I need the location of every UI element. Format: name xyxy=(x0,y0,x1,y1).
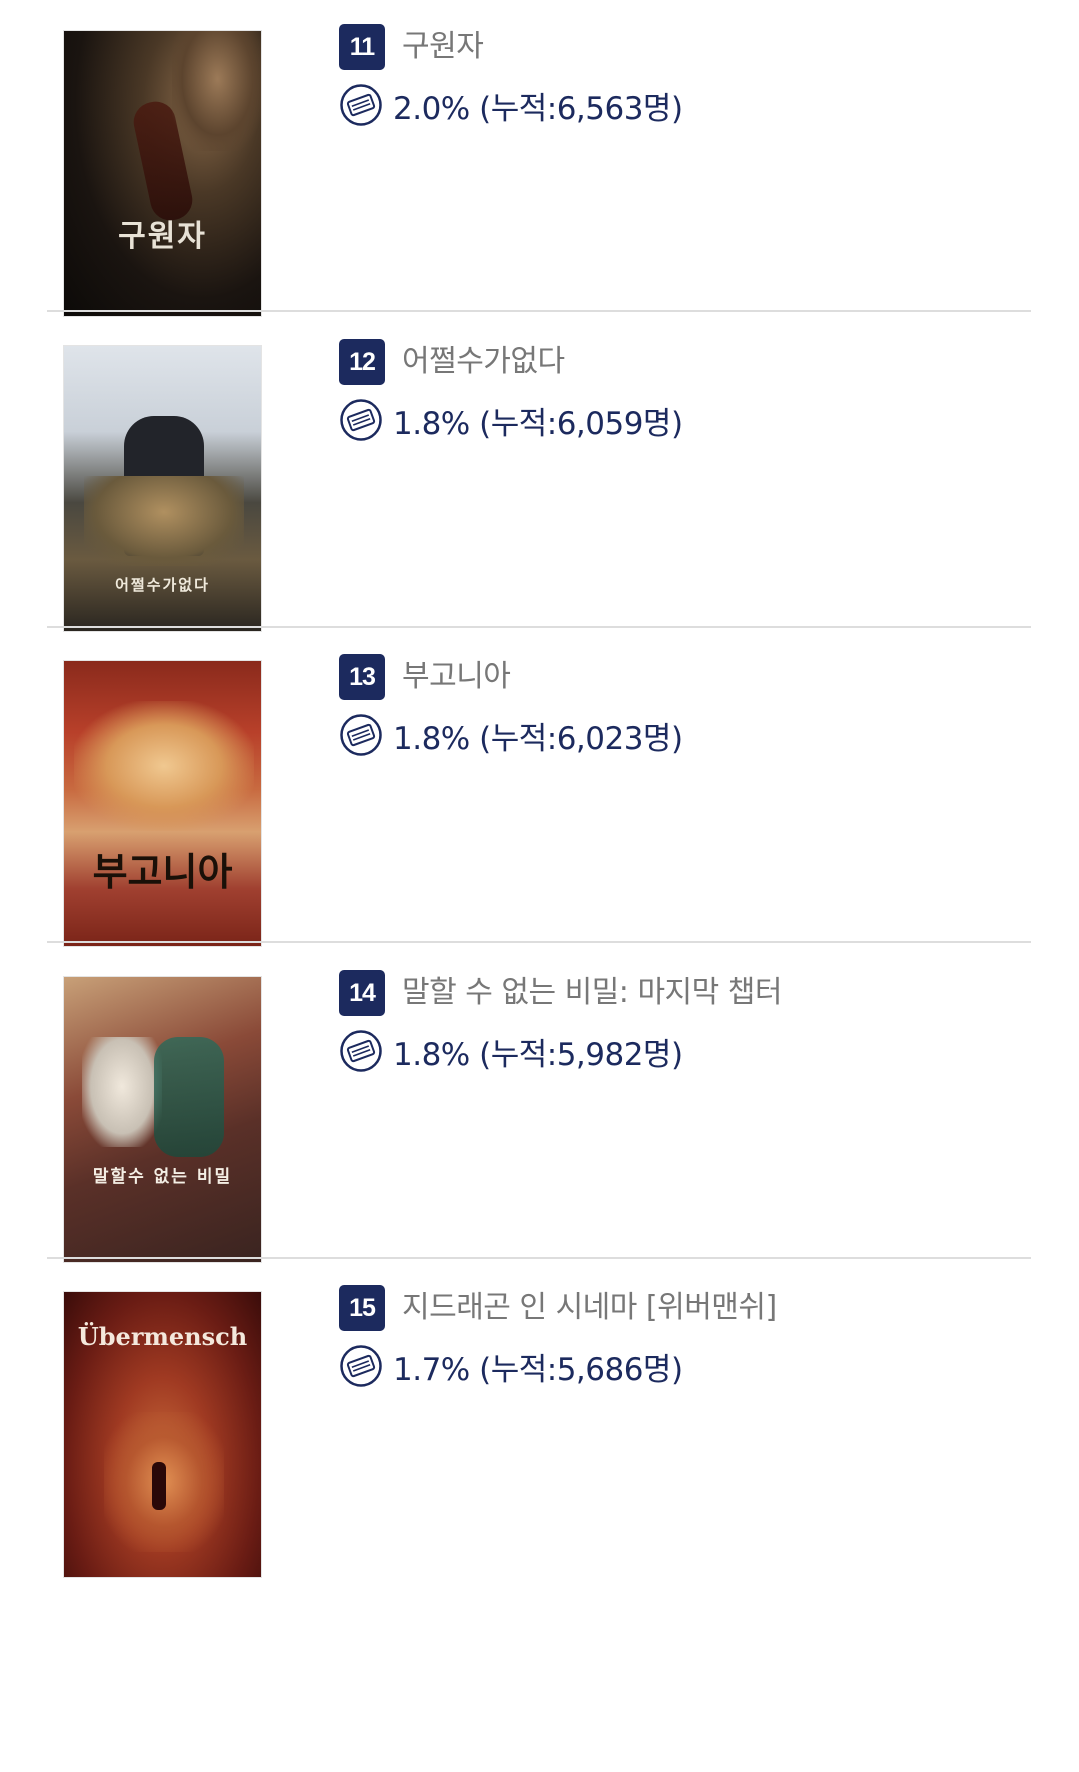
reservation-stat: 2.0% (누적:6,563명) xyxy=(339,82,683,128)
rank-badge: 13 xyxy=(339,654,385,700)
movie-poster[interactable]: 구원자 xyxy=(63,30,262,317)
rank-badge: 11 xyxy=(339,24,385,70)
divider xyxy=(47,941,1031,943)
reservation-stat: 1.8% (누적:6,023명) xyxy=(339,712,683,758)
poster-title-text: 부고니아 xyxy=(92,850,233,894)
movie-item[interactable]: 어쩔수가없다 12 어쩔수가없다 1.8% (누적:6,059명) xyxy=(47,339,1031,639)
movie-title[interactable]: 지드래곤 인 시네마 [위버맨쉬] xyxy=(402,1287,777,1329)
poster-title-text: Übermensch xyxy=(77,1322,248,1351)
movie-title[interactable]: 어쩔수가없다 xyxy=(402,341,565,383)
divider xyxy=(47,310,1031,312)
reservation-rate-text: 1.8% (누적:5,982명) xyxy=(393,1036,683,1073)
reservation-stat: 1.7% (누적:5,686명) xyxy=(339,1343,683,1389)
movie-poster[interactable]: 부고니아 xyxy=(63,660,262,947)
movie-title[interactable]: 부고니아 xyxy=(402,656,511,698)
reservation-rate-text: 1.8% (누적:6,023명) xyxy=(393,720,683,757)
poster-title-text: 어쩔수가없다 xyxy=(115,576,210,594)
ticket-icon xyxy=(340,1030,382,1072)
movie-title[interactable]: 말할 수 없는 비밀: 마지막 챕터 xyxy=(402,972,783,1014)
movie-item[interactable]: 부고니아 13 부고니아 1.8% (누적:6,023명) xyxy=(47,654,1031,954)
movie-poster[interactable]: Übermensch xyxy=(63,1291,262,1578)
reservation-stat: 1.8% (누적:6,059명) xyxy=(339,397,683,443)
reservation-rate-text: 2.0% (누적:6,563명) xyxy=(393,90,683,127)
movie-poster[interactable]: 말할수 없는 비밀 xyxy=(63,976,262,1263)
poster-title-text: 말할수 없는 비밀 xyxy=(92,1167,233,1187)
divider xyxy=(47,626,1031,628)
ticket-icon xyxy=(340,399,382,441)
rank-badge: 14 xyxy=(339,970,385,1016)
ticket-icon xyxy=(340,1345,382,1387)
movie-item[interactable]: 말할수 없는 비밀 14 말할 수 없는 비밀: 마지막 챕터 1.8% (누적… xyxy=(47,970,1031,1270)
movie-poster[interactable]: 어쩔수가없다 xyxy=(63,345,262,632)
reservation-rate-text: 1.8% (누적:6,059명) xyxy=(393,405,683,442)
movie-title[interactable]: 구원자 xyxy=(402,26,484,68)
rank-badge: 12 xyxy=(339,339,385,385)
movie-item[interactable]: 구원자 11 구원자 2.0% (누적:6,563명) xyxy=(47,24,1031,324)
reservation-rate-text: 1.7% (누적:5,686명) xyxy=(393,1351,683,1388)
ticket-icon xyxy=(340,714,382,756)
poster-title-text: 구원자 xyxy=(118,219,207,254)
rank-badge: 15 xyxy=(339,1285,385,1331)
movie-item[interactable]: Übermensch 15 지드래곤 인 시네마 [위버맨쉬] 1.7% (누적… xyxy=(47,1285,1031,1585)
divider xyxy=(47,1257,1031,1259)
ticket-icon xyxy=(340,84,382,126)
reservation-stat: 1.8% (누적:5,982명) xyxy=(339,1028,683,1074)
